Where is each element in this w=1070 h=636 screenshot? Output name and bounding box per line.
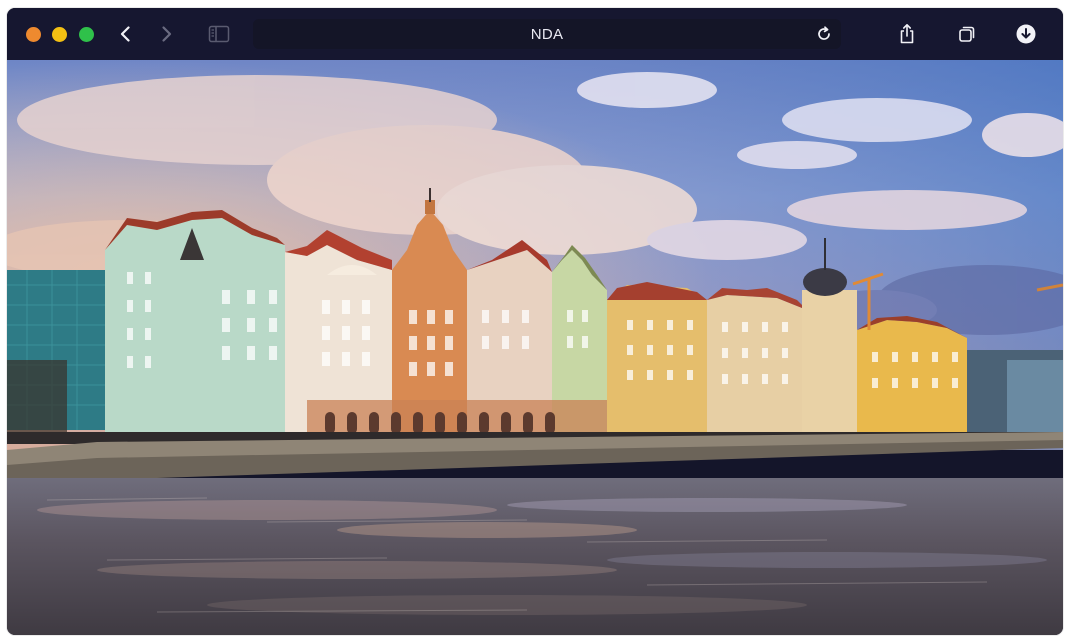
chevron-left-icon [120,26,130,42]
downloads-button[interactable] [1012,20,1040,48]
sidebar-icon [208,25,230,43]
back-button[interactable] [112,20,140,48]
scaffolded-building [7,270,105,440]
share-button[interactable] [893,20,921,48]
browser-window: NDA [7,8,1063,635]
reload-button[interactable] [813,23,835,45]
download-icon [1016,24,1036,44]
building-mint [105,210,285,435]
riverside-photo [7,60,1063,635]
minimize-window-button[interactable] [52,27,67,42]
address-bar[interactable]: NDA [253,19,841,49]
embankment [7,432,1063,482]
page-content [7,60,1063,635]
tabs-button[interactable] [953,20,981,48]
chevron-right-icon [162,26,172,42]
tabs-icon [959,26,975,42]
reload-icon [818,26,830,40]
page-title: NDA [530,26,564,43]
sidebar-button[interactable] [205,20,233,48]
building-yellow [607,282,707,435]
zoom-window-button[interactable] [79,27,94,42]
share-icon [900,24,914,44]
browser-toolbar: NDA [7,8,1063,60]
arcade [307,400,607,435]
close-window-button[interactable] [26,27,41,42]
forward-button[interactable] [152,20,180,48]
building-stone [707,288,807,435]
